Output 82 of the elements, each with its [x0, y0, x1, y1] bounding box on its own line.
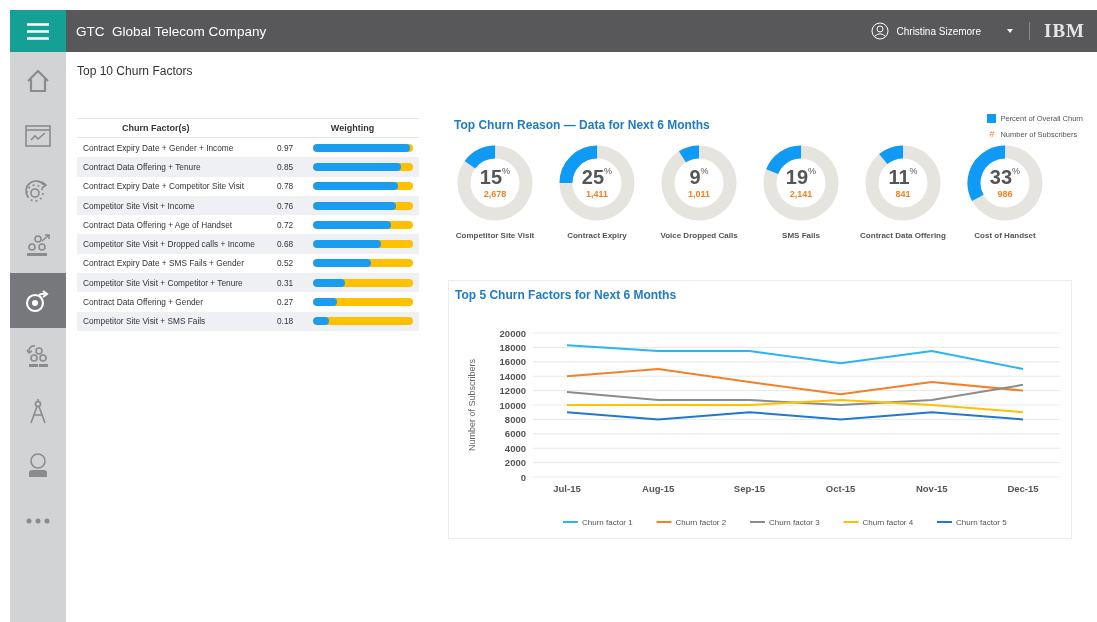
- weight-cell-text: 0.68: [277, 239, 295, 250]
- reason-label: Competitor Site Visit: [455, 231, 535, 240]
- menu-icon: [27, 22, 49, 40]
- subscriber-count: 1,411: [586, 189, 608, 199]
- reason-label: SMS Fails: [782, 231, 820, 240]
- nav-item[interactable]: [10, 273, 66, 328]
- factor-cell-text: Competitor Site Visit + Dropped calls + Income: [82, 239, 256, 250]
- x-tick-label: Aug-15: [642, 483, 675, 494]
- subscriber-count: 986: [997, 189, 1013, 199]
- company-name: GTC Global Telecom Company: [76, 23, 268, 39]
- column-header: Churn Factor(s): [121, 123, 191, 133]
- page-title: Top 10 Churn Factors: [77, 64, 194, 78]
- percent-value: 11$^{%}$: [888, 167, 918, 187]
- x-tick-label: Jul-15: [553, 483, 581, 494]
- user-menu[interactable]: Christina Sizemore: [870, 22, 1013, 40]
- y-tick-label: 14000: [499, 370, 526, 382]
- more-icon: [26, 517, 50, 524]
- user-icon: [870, 22, 889, 40]
- percent-value: 15$^{%}$: [479, 167, 511, 187]
- y-tick-label: 12000: [499, 385, 526, 397]
- subscriber-count: 2,141: [789, 189, 813, 199]
- factor-cell-text: Competitor Site Visit + SMS Fails: [82, 316, 207, 327]
- compass-icon: [27, 396, 49, 425]
- percent-value: 33$^{%}$: [989, 167, 1021, 187]
- reason-label: Contract Expiry: [567, 231, 627, 240]
- x-tick-label: Oct-15: [825, 483, 856, 494]
- y-tick-label: 18000: [499, 341, 526, 353]
- percent-value: 19$^{%}$: [785, 167, 817, 187]
- factor-cell-text: Contract Data Offering + Tenure: [82, 161, 202, 172]
- legend-label: Churn factor 5: [956, 518, 1007, 527]
- y-tick-label: 4000: [504, 442, 526, 454]
- weight-cell-text: 0.52: [277, 258, 295, 269]
- chart-window-icon: [25, 124, 51, 147]
- y-tick-label: 0: [520, 471, 526, 483]
- x-tick-label: Sep-15: [733, 483, 765, 494]
- factor-cell-text: Contract Data Offering + Gender: [82, 297, 204, 307]
- legend-swatch: [987, 114, 997, 123]
- x-tick-label: Dec-15: [1007, 483, 1039, 494]
- factor-cell-text: Competitor Site Visit + Competitor + Tenure: [82, 277, 244, 288]
- weight-cell-text: 0.97: [277, 142, 295, 153]
- people-arrow-icon: [24, 232, 52, 259]
- reason-label: Cost of Handset: [974, 231, 1036, 240]
- reason-label: Voice Dropped Calls: [660, 231, 738, 240]
- percent-value: 25$^{%}$: [581, 167, 613, 187]
- y-tick-label: 16000: [499, 356, 526, 368]
- weight-cell-text: 0.18: [277, 316, 295, 327]
- column-header: Weighting: [329, 123, 376, 133]
- factor-cell-text: Contract Data Offering + Age of Handset: [82, 219, 234, 230]
- menu-button[interactable]: [10, 10, 66, 52]
- y-axis-label: Number of Subscribers: [467, 359, 477, 451]
- weight-cell-text: 0.76: [277, 200, 295, 211]
- factor-cell-text: Contract Expiry Date + SMS Fails + Gender: [82, 258, 245, 269]
- reason-label: Contract Data Offering: [860, 231, 946, 240]
- legend-label: Churn factor 2: [675, 518, 727, 527]
- chart-title: Top 5 Churn Factors for Next 6 Months: [455, 288, 678, 302]
- company-logo: IBM: [1044, 20, 1085, 42]
- subscriber-count: 1,011: [688, 189, 710, 199]
- weight-cell-text: 0.31: [277, 277, 295, 288]
- y-tick-label: 2000: [504, 457, 526, 469]
- legend-label: Churn factor 3: [769, 518, 820, 527]
- legend-symbol: #: [988, 129, 996, 139]
- y-tick-label: 10000: [499, 399, 526, 411]
- house-icon: [25, 67, 51, 94]
- factor-cell-text: Competitor Site Visit + Income: [82, 200, 196, 211]
- y-tick-label: 6000: [504, 428, 526, 440]
- factor-cell-text: Contract Expiry Date + Competitor Site Visit: [82, 181, 245, 192]
- caret-icon: [1007, 29, 1013, 33]
- x-tick-label: Nov-15: [915, 483, 948, 494]
- section-title: Top Churn Reason — Data for Next 6 Months: [454, 118, 710, 134]
- percent-value: 9$^{%}$: [689, 167, 709, 187]
- y-tick-label: 20000: [499, 327, 526, 339]
- weight-cell-text: 0.78: [277, 181, 295, 192]
- weight-cell-text: 0.27: [277, 297, 295, 307]
- weight-cell-text: 0.85: [277, 161, 295, 172]
- subscriber-count: 2,678: [483, 189, 507, 199]
- legend-label: Churn factor 4: [862, 518, 914, 527]
- weight-cell-text: 0.72: [277, 219, 295, 230]
- legend-label: Churn factor 1: [582, 518, 633, 527]
- user-icon: [26, 451, 50, 480]
- subscriber-count: 841: [895, 189, 911, 199]
- factor-cell-text: Contract Expiry Date + Gender + Income: [82, 142, 235, 153]
- y-tick-label: 8000: [504, 413, 526, 425]
